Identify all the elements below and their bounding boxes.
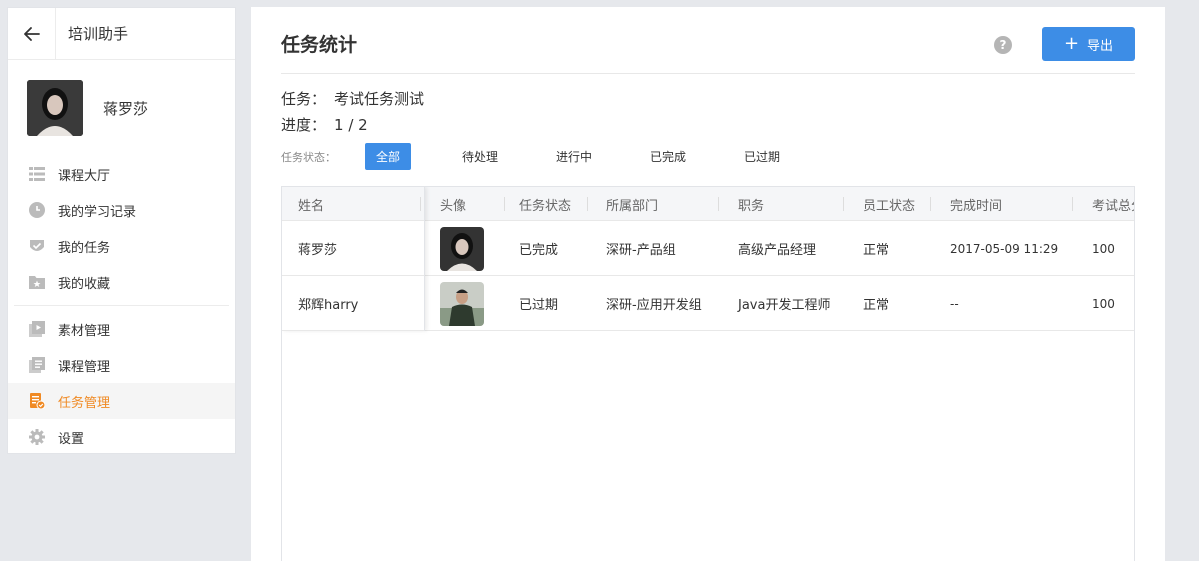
cell-department: 深研-应用开发组 xyxy=(606,298,702,313)
main-panel: 任务统计 ? + 导出 任务： 考试任务测试 进度： 1 / 2 任务状态： 全部 … xyxy=(251,7,1165,561)
sidebar-item-course-hall[interactable]: 课程大厅 xyxy=(8,156,235,192)
page-title: 任务统计 xyxy=(281,34,358,56)
cell-exam-score: 100 xyxy=(1092,296,1115,311)
task-label: 任务： xyxy=(281,90,327,108)
progress-label: 进度： xyxy=(281,116,327,134)
sidebar-item-settings[interactable]: 设置 xyxy=(8,419,235,455)
col-completed-at[interactable]: 完成时间 xyxy=(950,187,1002,221)
sidebar-item-materials[interactable]: 素材管理 xyxy=(8,311,235,347)
status-filter: 任务状态： 全部 待处理 进行中 已完成 已过期 xyxy=(281,143,785,170)
list-icon xyxy=(29,166,45,182)
task-stats-table: 姓名 头像 任务状态 所属部门 职务 员工状态 完成时间 考试总分 蒋罗莎 xyxy=(281,186,1135,561)
menu-admin: 素材管理 课程管理 任务管理 设置 xyxy=(8,311,235,455)
page-header: 任务统计 ? + 导出 xyxy=(281,7,1135,74)
sidebar-item-study-record[interactable]: 我的学习记录 xyxy=(8,192,235,228)
filter-expired[interactable]: 已过期 xyxy=(739,143,785,170)
clock-icon xyxy=(29,202,45,218)
shield-check-icon xyxy=(29,238,45,254)
table-row[interactable]: 蒋罗莎 已完成 深研-产品组 高级产品经理 正常 2017-05-09 11:2… xyxy=(282,221,1134,276)
menu-main: 课程大厅 我的学习记录 我的任务 我的收藏 xyxy=(8,156,235,300)
col-department[interactable]: 所属部门 xyxy=(606,187,658,221)
sidebar-item-label: 素材管理 xyxy=(58,323,111,339)
sidebar-item-my-tasks[interactable]: 我的任务 xyxy=(8,228,235,264)
cell-avatar xyxy=(440,221,484,276)
avatar[interactable] xyxy=(27,80,83,136)
table-header: 姓名 头像 任务状态 所属部门 职务 员工状态 完成时间 考试总分 xyxy=(282,187,1134,221)
filter-in-progress[interactable]: 进行中 xyxy=(551,143,597,170)
folder-star-icon xyxy=(29,274,45,290)
gear-icon xyxy=(29,429,45,445)
col-divider xyxy=(504,197,505,211)
arrow-left-icon xyxy=(23,26,40,41)
sidebar-item-label: 我的学习记录 xyxy=(58,204,137,220)
col-divider xyxy=(420,197,421,211)
cell-employee-status: 正常 xyxy=(863,298,890,313)
col-position[interactable]: 职务 xyxy=(738,187,764,221)
back-button[interactable] xyxy=(8,7,56,60)
cell-completed-at: -- xyxy=(950,296,959,311)
cell-completed-at: 2017-05-09 11:29 xyxy=(950,241,1059,256)
col-exam-score[interactable]: 考试总分 xyxy=(1092,187,1134,221)
cell-name: 郑辉harry xyxy=(298,298,359,313)
docs-icon xyxy=(29,357,45,373)
user-profile: 蒋罗莎 xyxy=(8,60,235,156)
col-divider xyxy=(843,197,844,211)
user-name: 蒋罗莎 xyxy=(103,99,149,118)
col-divider xyxy=(718,197,719,211)
plus-icon: + xyxy=(1063,33,1080,54)
sidebar-item-label: 课程管理 xyxy=(58,359,111,375)
table-row[interactable]: 郑辉harry 已过期 深研-应用开发组 Java开发工程师 正常 -- 100 xyxy=(282,276,1134,331)
app-title: 培训助手 xyxy=(68,25,129,43)
filter-all[interactable]: 全部 xyxy=(365,143,411,170)
menu-divider xyxy=(14,305,229,306)
cell-avatar xyxy=(440,276,484,331)
cell-task-status: 已过期 xyxy=(519,298,559,313)
task-value: 考试任务测试 xyxy=(334,90,425,108)
col-employee-status[interactable]: 员工状态 xyxy=(863,187,915,221)
sidebar-item-label: 我的收藏 xyxy=(58,276,111,292)
sidebar-item-task-manage[interactable]: 任务管理 xyxy=(8,383,235,419)
col-divider xyxy=(1072,197,1073,211)
filter-pending[interactable]: 待处理 xyxy=(457,143,503,170)
task-doc-icon xyxy=(29,393,45,409)
sidebar-header: 培训助手 xyxy=(8,7,235,60)
avatar xyxy=(440,226,484,271)
sidebar: 培训助手 蒋罗莎 课程大厅 我的学习记录 我的任务 我的收藏 素材管理 课程管理… xyxy=(7,7,236,454)
col-name[interactable]: 姓名 xyxy=(298,187,324,221)
col-divider xyxy=(587,197,588,211)
progress-info: 进度： 1 / 2 xyxy=(281,114,368,135)
col-avatar[interactable]: 头像 xyxy=(440,187,466,221)
filter-completed[interactable]: 已完成 xyxy=(645,143,691,170)
sidebar-item-course-manage[interactable]: 课程管理 xyxy=(8,347,235,383)
cell-position: Java开发工程师 xyxy=(738,298,831,313)
sidebar-item-label: 我的任务 xyxy=(58,240,111,256)
export-button[interactable]: + 导出 xyxy=(1042,27,1135,61)
filter-label: 任务状态： xyxy=(281,150,336,164)
progress-value: 1 / 2 xyxy=(334,116,368,134)
export-label: 导出 xyxy=(1087,38,1114,54)
sidebar-item-label: 任务管理 xyxy=(58,395,111,411)
media-icon xyxy=(29,321,45,337)
cell-department: 深研-产品组 xyxy=(606,243,676,258)
cell-exam-score: 100 xyxy=(1092,241,1115,256)
sidebar-item-label: 设置 xyxy=(58,431,85,447)
col-divider xyxy=(930,197,931,211)
sidebar-item-label: 课程大厅 xyxy=(58,168,111,184)
col-task-status[interactable]: 任务状态 xyxy=(519,187,571,221)
cell-task-status: 已完成 xyxy=(519,243,559,258)
cell-name: 蒋罗莎 xyxy=(298,243,338,258)
avatar xyxy=(440,281,484,326)
cell-position: 高级产品经理 xyxy=(738,243,817,258)
cell-employee-status: 正常 xyxy=(863,243,890,258)
sidebar-item-favorites[interactable]: 我的收藏 xyxy=(8,264,235,300)
help-icon[interactable]: ? xyxy=(994,36,1012,54)
task-info: 任务： 考试任务测试 xyxy=(281,88,424,109)
